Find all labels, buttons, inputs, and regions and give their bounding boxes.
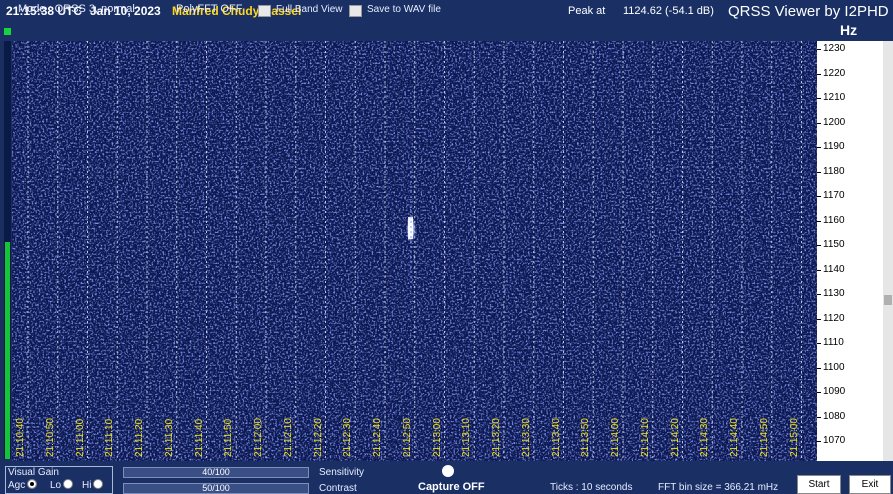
capture-status[interactable]: Capture OFF — [418, 481, 485, 493]
time-label: 21:14:10 — [639, 418, 651, 457]
time-label: 21:13:30 — [520, 418, 532, 457]
time-label: 21:11:40 — [193, 418, 205, 457]
freq-label: 1160 — [817, 214, 845, 226]
visual-gain-group: Visual Gain Agc Lo Hi — [5, 466, 113, 494]
time-label: 21:12:40 — [372, 418, 383, 457]
contrast-value: 50/100 — [202, 483, 230, 493]
polyfft-toggle[interactable]: PolyFFT OFF — [176, 3, 242, 15]
freq-label: 1110 — [817, 337, 844, 348]
lo-option[interactable]: Lo — [50, 479, 74, 491]
save-wav-checkbox[interactable] — [349, 5, 362, 17]
time-label: 21:12:10 — [282, 418, 294, 457]
time-label: 21:13:40 — [550, 418, 562, 457]
time-label: 21:10:40 — [15, 418, 26, 457]
sensitivity-slider[interactable]: 40/100 — [123, 467, 309, 478]
contrast-slider[interactable]: 50/100 — [123, 483, 309, 494]
time-label: 21:13:20 — [491, 418, 502, 457]
freq-label: 1090 — [816, 386, 846, 397]
start-button[interactable]: Start — [797, 475, 841, 494]
freq-label: 1100 — [817, 361, 845, 373]
visual-gain-label: Visual Gain — [8, 467, 59, 478]
save-wav-label: Save to WAV file — [367, 4, 441, 15]
capture-indicator-icon[interactable] — [442, 465, 454, 477]
freq-label: 1230 — [816, 43, 846, 54]
time-label: 21:14:30 — [699, 418, 711, 457]
freq-label: 1120 — [817, 312, 845, 324]
time-label: 21:13:10 — [461, 418, 473, 457]
freq-label: 1170 — [817, 190, 845, 201]
gain-meter-fill — [5, 242, 10, 459]
time-label: 21:14:40 — [729, 418, 740, 457]
time-label: 21:14:50 — [758, 418, 770, 457]
hi-radio-icon[interactable] — [93, 479, 104, 489]
scrollbar-thumb[interactable] — [884, 295, 892, 305]
waterfall-svg — [12, 41, 817, 461]
freq-label: 1190 — [817, 141, 845, 152]
freq-label: 1200 — [816, 116, 846, 128]
time-label: 21:13:50 — [580, 418, 592, 457]
time-label: 21:12:50 — [401, 418, 413, 457]
lo-radio-icon[interactable] — [63, 479, 74, 489]
fft-bin-size: FFT bin size = 366.21 mHz — [658, 482, 779, 493]
freq-label: 1150 — [817, 239, 845, 250]
time-label: 21:11:10 — [104, 418, 116, 457]
app-title: QRSS Viewer by I2PHD — [728, 3, 889, 20]
exit-button[interactable]: Exit — [849, 475, 891, 494]
peak-value: 1124.62 (-54.1 dB) — [623, 5, 714, 17]
time-label: 21:13:00 — [431, 418, 443, 457]
hi-option[interactable]: Hi — [82, 479, 104, 491]
time-label: 21:11:00 — [74, 418, 86, 457]
freq-label: 1070 — [816, 435, 846, 446]
agc-option[interactable]: Agc — [8, 479, 38, 491]
freq-label: 1220 — [816, 67, 846, 79]
status-bar — [0, 22, 893, 41]
mode-label: Mode : QRSS 3, normal — [18, 3, 135, 15]
frequency-axis: 1230 1220 1210 1200 1190 1180 1170 1160 1150 1140… — [816, 41, 883, 461]
time-label: 21:10:50 — [44, 418, 56, 457]
full-band-checkbox[interactable] — [258, 5, 271, 17]
time-label: 21:12:20 — [312, 418, 324, 457]
sensitivity-value: 40/100 — [202, 467, 230, 477]
time-label: 21:12:00 — [253, 418, 264, 457]
full-band-label: Full Band View — [276, 4, 343, 15]
peak-label: Peak at — [568, 5, 606, 17]
frequency-scrollbar[interactable] — [883, 41, 893, 461]
time-label: 21:11:20 — [134, 418, 145, 457]
freq-label: 1210 — [816, 92, 846, 103]
time-label: 21:11:30 — [163, 418, 175, 457]
sensitivity-label: Sensitivity — [319, 467, 365, 478]
contrast-label: Contrast — [319, 483, 357, 494]
time-label: 21:14:20 — [669, 418, 681, 457]
status-led-icon — [4, 28, 11, 35]
time-label: 21:15:00 — [788, 418, 800, 457]
freq-label: 1080 — [816, 410, 846, 422]
unit-label: Hz — [840, 22, 858, 38]
freq-label: 1140 — [817, 263, 845, 275]
waterfall-display[interactable]: 21:10:40 21:10:50 21:11:00 21:11:10 21:11:20… — [12, 41, 817, 461]
time-label: 21:12:30 — [342, 418, 354, 457]
freq-label: 1180 — [817, 165, 845, 177]
time-label: 21:14:00 — [610, 418, 621, 457]
ticks-label: Ticks : 10 seconds — [550, 482, 633, 493]
time-label: 21:11:50 — [223, 418, 235, 457]
freq-label: 1130 — [817, 288, 845, 299]
agc-radio-icon[interactable] — [27, 479, 38, 489]
